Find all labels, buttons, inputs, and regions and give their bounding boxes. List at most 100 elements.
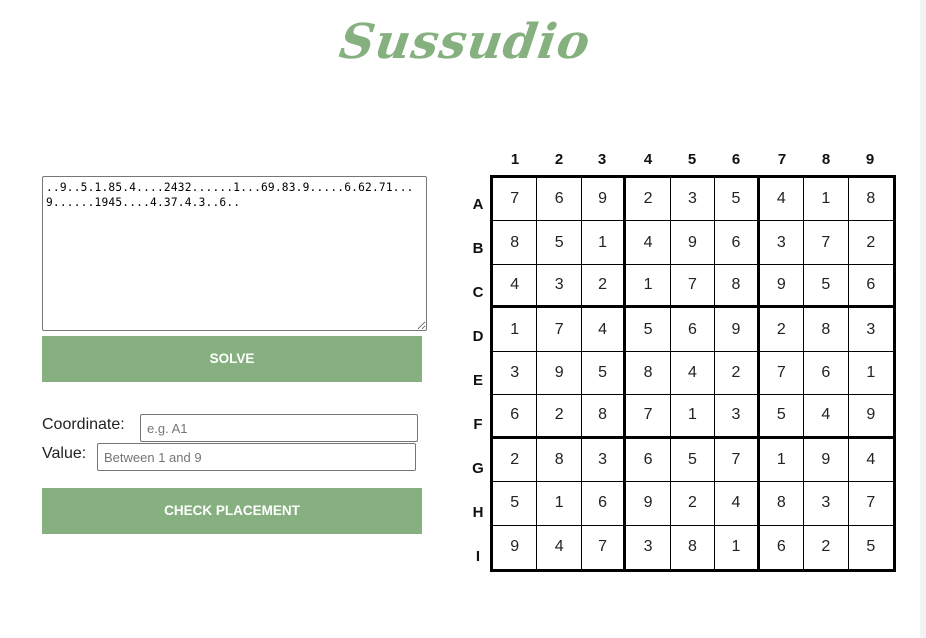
grid-cell[interactable]: 9	[759, 264, 805, 309]
grid-cell[interactable]: 6	[715, 221, 760, 265]
grid-cell[interactable]: 1	[626, 264, 671, 309]
grid-cell[interactable]: 6	[848, 264, 893, 309]
grid-cell[interactable]: 5	[537, 221, 582, 265]
grid-cell[interactable]: 9	[626, 482, 671, 526]
grid-cell[interactable]: 1	[848, 351, 893, 396]
grid-cell[interactable]: 7	[759, 351, 805, 396]
grid-cell[interactable]: 9	[581, 178, 627, 222]
grid-cell[interactable]: 4	[759, 178, 805, 222]
grid-cell[interactable]: 3	[670, 178, 716, 222]
grid-cell[interactable]: 8	[759, 482, 805, 526]
grid-cell[interactable]: 1	[804, 178, 849, 222]
grid-cell[interactable]: 6	[670, 308, 716, 352]
grid-cell[interactable]: 3	[537, 264, 582, 309]
scrollbar-track[interactable]	[920, 0, 926, 638]
grid-cell[interactable]: 4	[537, 525, 582, 569]
grid-cell[interactable]: 4	[715, 482, 760, 526]
grid-cell[interactable]: 2	[537, 395, 582, 439]
grid-cell[interactable]: 7	[670, 264, 716, 309]
grid-cell[interactable]: 6	[581, 482, 627, 526]
grid-cell[interactable]: 5	[804, 264, 849, 309]
grid-cell[interactable]: 1	[670, 395, 716, 439]
logo: Sussudio	[336, 4, 594, 94]
grid-cell[interactable]: 2	[626, 178, 671, 222]
grid-cell[interactable]: 2	[804, 525, 849, 569]
grid-cell[interactable]: 3	[759, 221, 805, 265]
grid-cell[interactable]: 4	[626, 221, 671, 265]
grid-cell[interactable]: 1	[493, 308, 538, 352]
grid-cell[interactable]: 9	[804, 438, 849, 483]
column-header: 3	[597, 151, 607, 168]
grid-cell[interactable]: 4	[670, 351, 716, 396]
grid-cell[interactable]: 5	[670, 438, 716, 483]
grid-cell[interactable]: 1	[581, 221, 627, 265]
grid-cell[interactable]: 9	[715, 308, 760, 352]
row-header: H	[472, 504, 484, 521]
grid-cell[interactable]: 6	[537, 178, 582, 222]
grid-cell[interactable]: 3	[715, 395, 760, 439]
column-header: 9	[865, 151, 875, 168]
grid-cell[interactable]: 3	[626, 525, 671, 569]
grid-cell[interactable]: 1	[537, 482, 582, 526]
grid-cell[interactable]: 7	[537, 308, 582, 352]
grid-cell[interactable]: 8	[670, 525, 716, 569]
grid-cell[interactable]: 2	[759, 308, 805, 352]
row-header: G	[472, 460, 484, 477]
row-header: F	[473, 416, 483, 433]
grid-cell[interactable]: 4	[804, 395, 849, 439]
grid-cell[interactable]: 3	[493, 351, 538, 396]
puzzle-input[interactable]	[42, 176, 427, 331]
grid-cell[interactable]: 5	[581, 351, 627, 396]
row-header: A	[472, 196, 484, 213]
grid-cell[interactable]: 6	[759, 525, 805, 569]
grid-cell[interactable]: 7	[626, 395, 671, 439]
check-placement-button[interactable]: CHECK PLACEMENT	[42, 488, 422, 534]
grid-cell[interactable]: 5	[759, 395, 805, 439]
grid-cell[interactable]: 8	[715, 264, 760, 309]
grid-cell[interactable]: 5	[626, 308, 671, 352]
sudoku-grid: 7692354188514963724321789561745692833958…	[490, 175, 896, 572]
grid-cell[interactable]: 5	[493, 482, 538, 526]
grid-cell[interactable]: 5	[848, 525, 893, 569]
grid-cell[interactable]: 2	[715, 351, 760, 396]
grid-cell[interactable]: 6	[626, 438, 671, 483]
grid-cell[interactable]: 9	[848, 395, 893, 439]
grid-cell[interactable]: 3	[848, 308, 893, 352]
grid-cell[interactable]: 8	[848, 178, 893, 222]
grid-cell[interactable]: 3	[581, 438, 627, 483]
grid-cell[interactable]: 9	[537, 351, 582, 396]
grid-cell[interactable]: 7	[848, 482, 893, 526]
grid-cell[interactable]: 8	[493, 221, 538, 265]
grid-cell[interactable]: 6	[493, 395, 538, 439]
grid-cell[interactable]: 2	[848, 221, 893, 265]
grid-cell[interactable]: 5	[715, 178, 760, 222]
grid-cell[interactable]: 4	[581, 308, 627, 352]
row-header: C	[472, 284, 484, 301]
grid-cell[interactable]: 1	[759, 438, 805, 483]
grid-cell[interactable]: 8	[804, 308, 849, 352]
grid-cell[interactable]: 7	[493, 178, 538, 222]
grid-cell[interactable]: 4	[493, 264, 538, 309]
coordinate-label: Coordinate:	[42, 416, 125, 433]
grid-cell[interactable]: 9	[670, 221, 716, 265]
coordinate-input[interactable]	[140, 414, 418, 442]
grid-cell[interactable]: 7	[715, 438, 760, 483]
grid-cell[interactable]: 1	[715, 525, 760, 569]
grid-cell[interactable]: 8	[537, 438, 582, 483]
grid-cell[interactable]: 9	[493, 525, 538, 569]
grid-cell[interactable]: 8	[581, 395, 627, 439]
grid-cell[interactable]: 7	[581, 525, 627, 569]
logo-text: Sussudio	[336, 14, 595, 70]
grid-cell[interactable]: 2	[581, 264, 627, 309]
grid-cell[interactable]: 2	[670, 482, 716, 526]
grid-cell[interactable]: 6	[804, 351, 849, 396]
grid-cell[interactable]: 7	[804, 221, 849, 265]
grid-cell[interactable]: 8	[626, 351, 671, 396]
solve-button[interactable]: SOLVE	[42, 336, 422, 382]
grid-cell[interactable]: 2	[493, 438, 538, 483]
row-header: B	[472, 240, 484, 257]
value-input[interactable]	[97, 443, 416, 471]
column-header: 4	[643, 151, 653, 168]
grid-cell[interactable]: 3	[804, 482, 849, 526]
grid-cell[interactable]: 4	[848, 438, 893, 483]
